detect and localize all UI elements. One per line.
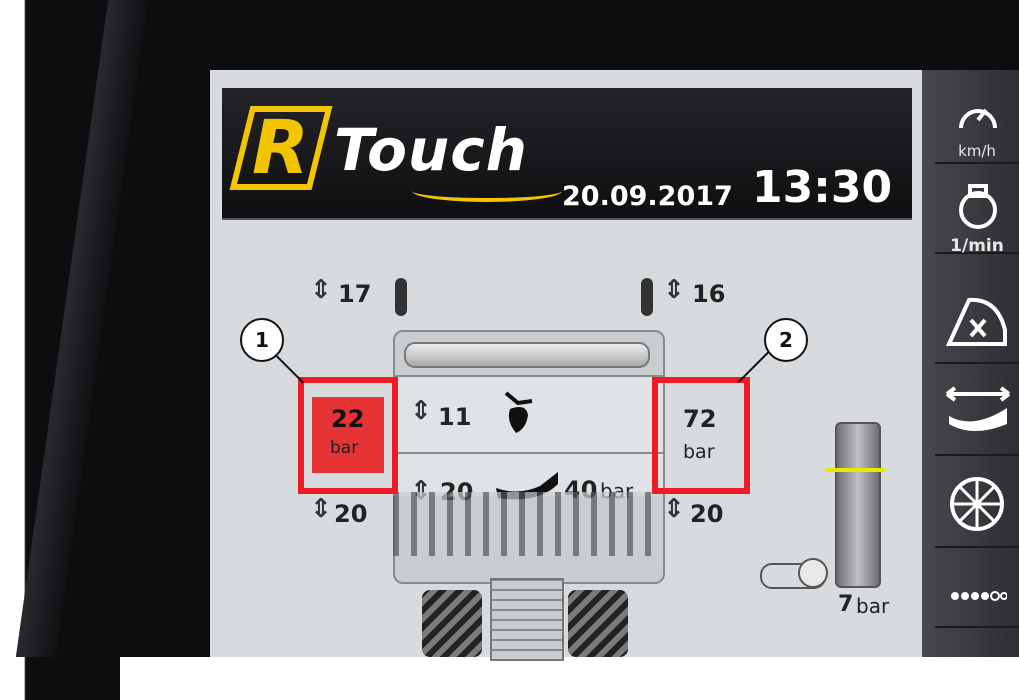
callout-marker-2: 2	[764, 318, 808, 362]
middle-height-value: 11	[438, 403, 472, 431]
wheel-button[interactable]	[935, 462, 1019, 548]
gauge-level-mark	[825, 468, 885, 472]
logo-text: Touch	[334, 116, 528, 184]
gauge-pressure-unit: bar	[856, 594, 890, 618]
sprocket-icon	[798, 558, 828, 588]
sugarbeet-icon	[504, 391, 533, 433]
gauge-pressure-value: 7	[838, 592, 854, 617]
callout-frame-2	[652, 377, 750, 494]
tracks-pattern	[393, 492, 663, 556]
left-bottom-height-value: 20	[334, 500, 368, 528]
engine-icon	[959, 184, 997, 229]
left-wheel-tread	[422, 590, 482, 657]
side-shift-button[interactable]	[935, 370, 1019, 456]
date-display: 20.09.2017	[562, 181, 733, 212]
speed-button[interactable]: km/h	[935, 88, 1019, 164]
header-tilt-button[interactable]	[935, 278, 1019, 364]
right-height-value: 16	[692, 280, 726, 308]
left-height-value: 17	[338, 280, 372, 308]
height-arrows-icon-middle: ⇕	[410, 396, 432, 426]
chain-icon	[951, 591, 1007, 601]
side-shift-icon	[945, 386, 1011, 431]
center-ladder	[490, 578, 564, 661]
chain-button[interactable]	[935, 556, 1019, 628]
callout-frame-1	[298, 377, 398, 494]
height-arrows-icon-right-bottom: ⇕	[663, 494, 685, 524]
right-skid-indicator	[641, 278, 653, 316]
right-wheel-tread	[568, 590, 628, 657]
right-bottom-height-value: 20	[690, 500, 724, 528]
logo-swoosh	[412, 180, 562, 202]
time-display: 13:30	[752, 162, 893, 213]
speedometer-icon	[959, 108, 997, 129]
engine-button[interactable]: 1/min	[935, 178, 1019, 256]
height-arrows-icon-right: ⇕	[663, 275, 685, 305]
speed-unit-label: km/h	[958, 142, 996, 160]
header-tilt-icon	[945, 297, 1007, 346]
pressure-gauge	[835, 422, 881, 588]
engine-unit-label: 1/min	[950, 236, 1004, 256]
height-arrows-icon-left-bottom: ⇕	[310, 494, 332, 524]
left-skid-indicator	[395, 278, 407, 316]
wheel-icon	[950, 477, 1004, 531]
height-arrows-icon-left: ⇕	[310, 275, 332, 305]
logo-letter: R	[252, 105, 309, 191]
header-bar: R Touch 20.09.2017 13:30	[222, 88, 912, 220]
roller-icon	[404, 342, 650, 368]
